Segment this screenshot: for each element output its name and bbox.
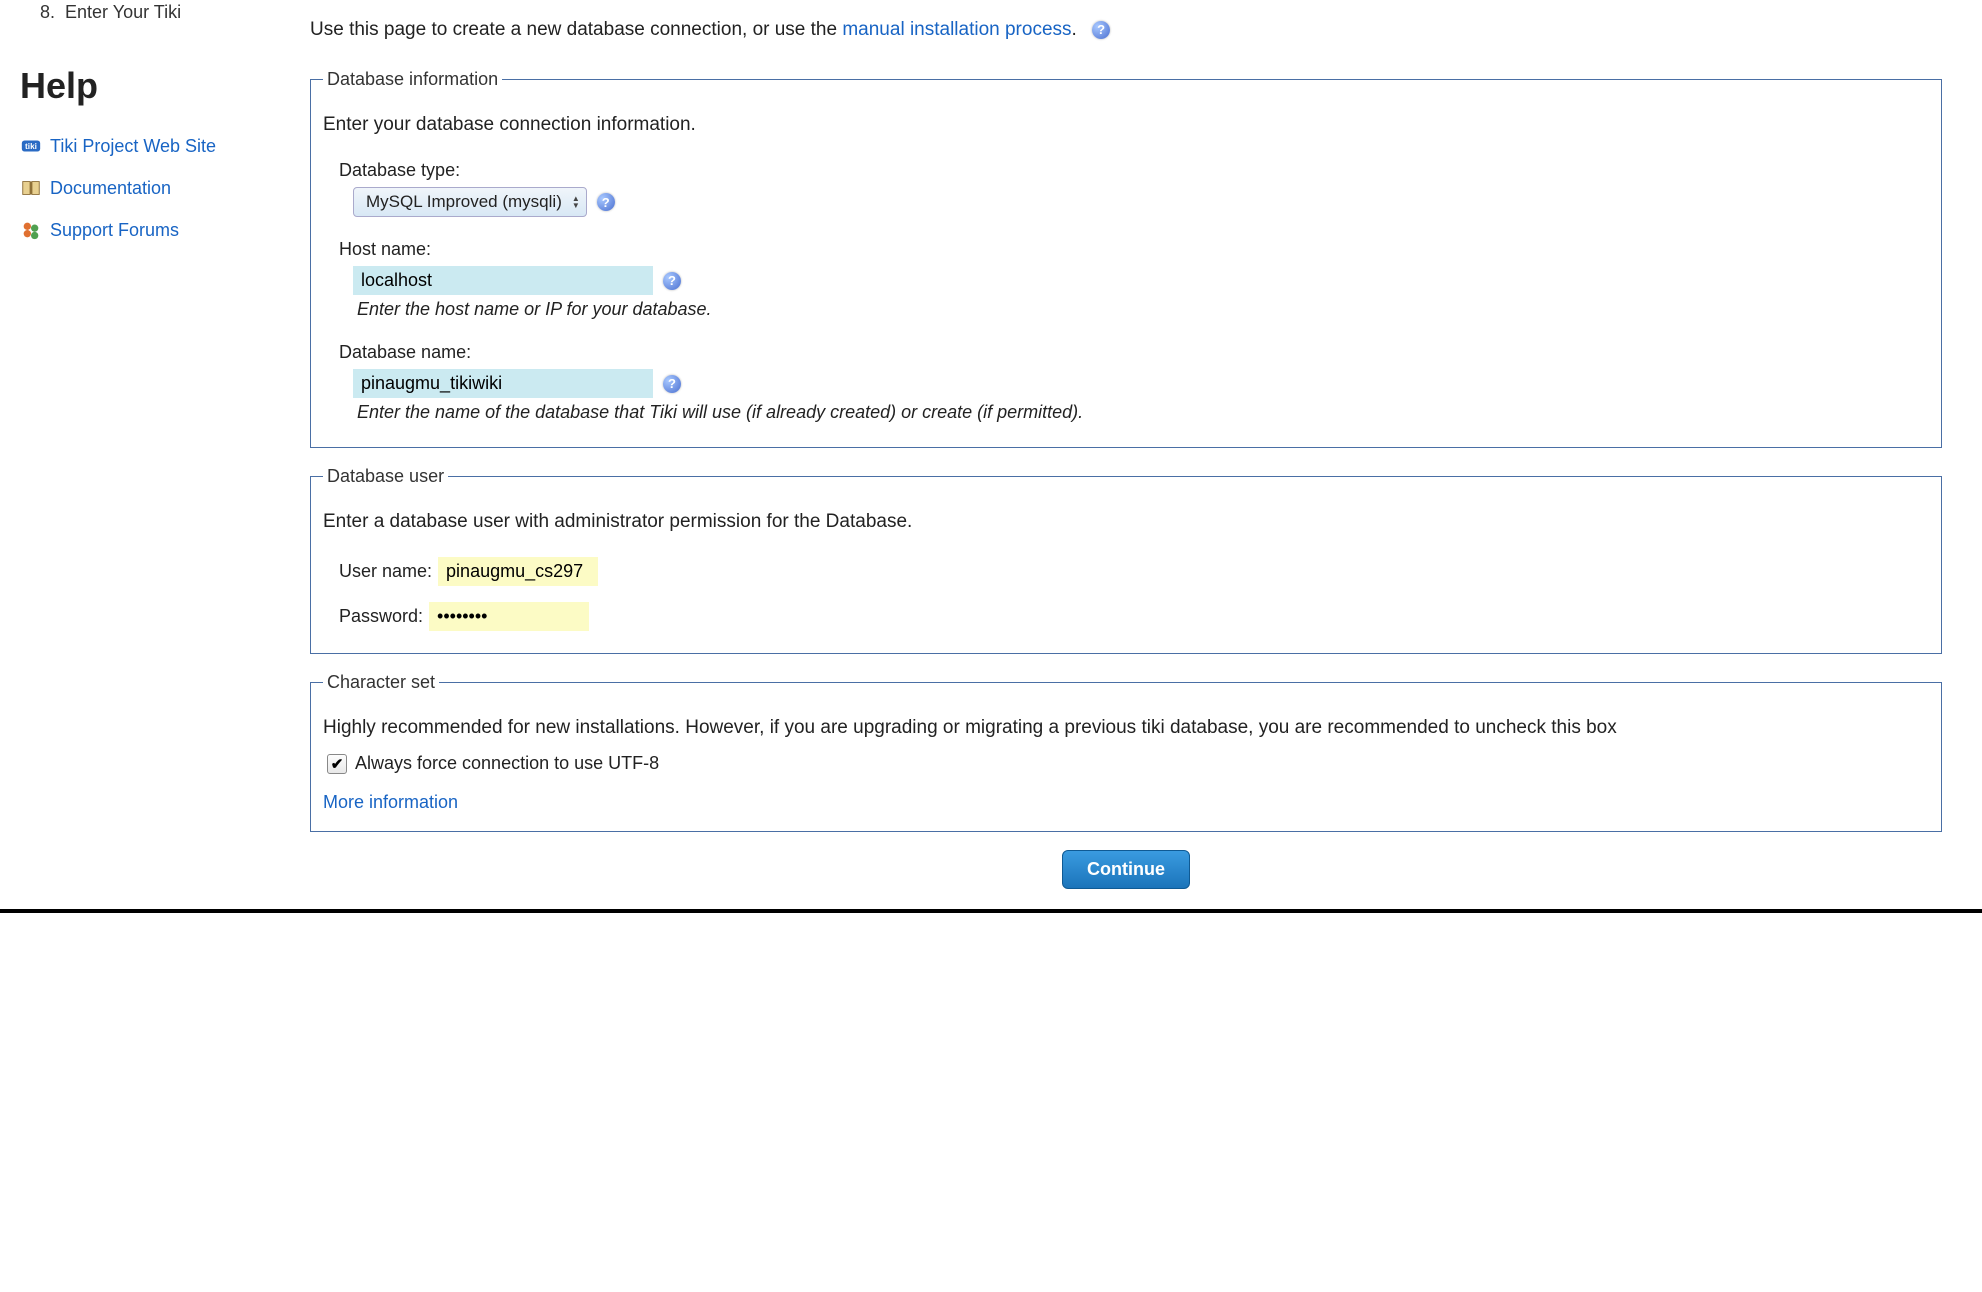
db-user-desc: Enter a database user with administrator… xyxy=(323,511,1923,533)
charset-desc: Highly recommended for new installations… xyxy=(323,717,1923,739)
fieldset-database-information: Database information Enter your database… xyxy=(310,69,1942,448)
link-documentation[interactable]: Documentation xyxy=(20,177,280,199)
help-icon[interactable]: ? xyxy=(597,193,615,211)
help-icon[interactable]: ? xyxy=(663,375,681,393)
db-type-select[interactable]: MySQL Improved (mysqli) ▲▼ xyxy=(353,187,587,217)
username-label: User name: xyxy=(339,561,432,582)
link-tiki-site[interactable]: tiki Tiki Project Web Site xyxy=(20,135,280,157)
utf8-checkbox[interactable]: ✔ xyxy=(327,754,347,774)
intro-text: Use this page to create a new database c… xyxy=(310,19,1942,41)
select-arrows-icon: ▲▼ xyxy=(572,195,580,209)
legend-db-info: Database information xyxy=(323,69,502,90)
password-input[interactable] xyxy=(429,602,589,631)
nav-item-label: Enter Your Tiki xyxy=(65,2,181,22)
dbname-label: Database name: xyxy=(339,342,1923,363)
help-icon[interactable]: ? xyxy=(663,272,681,290)
legend-charset: Character set xyxy=(323,672,439,693)
host-input[interactable] xyxy=(353,266,653,295)
username-input[interactable] xyxy=(438,557,598,586)
nav-item-number: 8. xyxy=(40,2,55,22)
db-type-label: Database type: xyxy=(339,160,1923,181)
host-hint: Enter the host name or IP for your datab… xyxy=(357,299,1923,320)
link-label: Documentation xyxy=(50,178,171,199)
manual-install-link[interactable]: manual installation process xyxy=(842,19,1071,40)
svg-text:tiki: tiki xyxy=(25,142,37,151)
host-label: Host name: xyxy=(339,239,1923,260)
link-label: Tiki Project Web Site xyxy=(50,136,216,157)
legend-db-user: Database user xyxy=(323,466,448,487)
tiki-icon: tiki xyxy=(20,135,42,157)
link-label: Support Forums xyxy=(50,220,179,241)
book-icon xyxy=(20,177,42,199)
people-icon xyxy=(20,219,42,241)
help-icon[interactable]: ? xyxy=(1092,21,1110,39)
continue-button[interactable]: Continue xyxy=(1062,850,1190,889)
fieldset-database-user: Database user Enter a database user with… xyxy=(310,466,1942,654)
utf8-checkbox-label: Always force connection to use UTF-8 xyxy=(355,753,659,774)
dbname-hint: Enter the name of the database that Tiki… xyxy=(357,402,1923,423)
more-information-link[interactable]: More information xyxy=(323,792,458,812)
help-heading: Help xyxy=(20,65,280,107)
db-info-desc: Enter your database connection informati… xyxy=(323,114,1923,136)
divider xyxy=(0,909,1982,913)
nav-item-enter-tiki[interactable]: 8. Enter Your Tiki xyxy=(20,0,280,35)
link-support-forums[interactable]: Support Forums xyxy=(20,219,280,241)
fieldset-character-set: Character set Highly recommended for new… xyxy=(310,672,1942,832)
password-label: Password: xyxy=(339,606,423,627)
db-type-value: MySQL Improved (mysqli) xyxy=(366,192,562,212)
dbname-input[interactable] xyxy=(353,369,653,398)
